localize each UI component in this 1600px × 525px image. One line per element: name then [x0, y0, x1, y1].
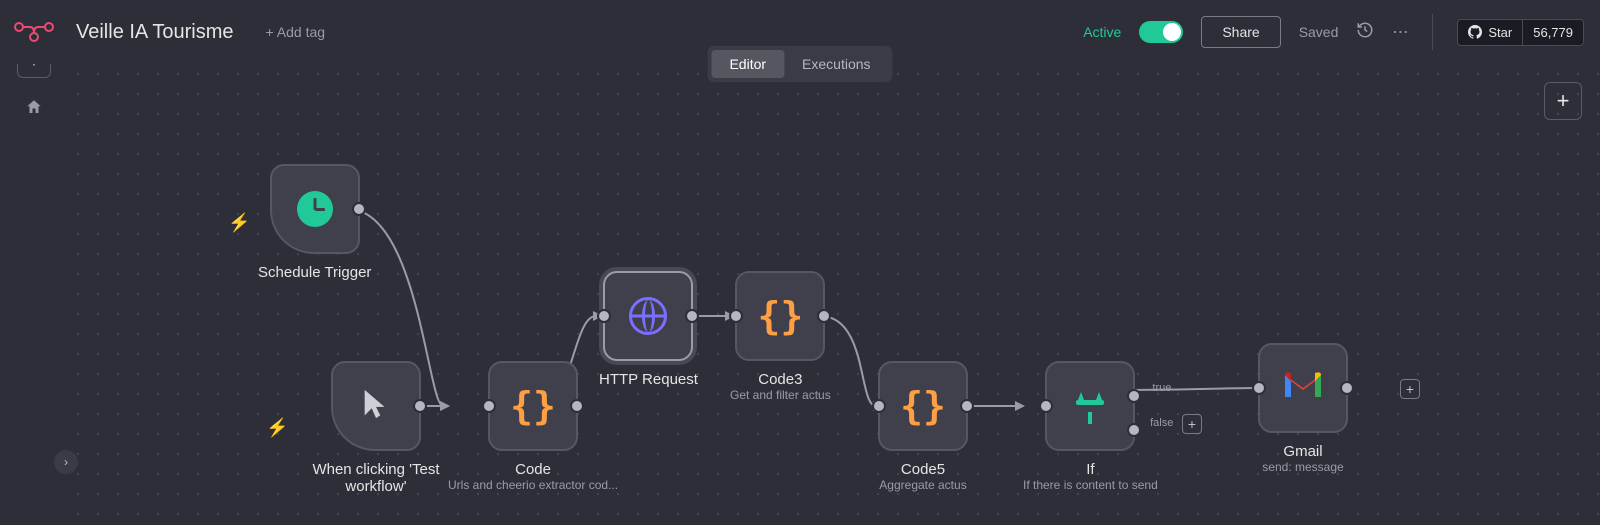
- home-icon[interactable]: [25, 98, 43, 121]
- active-toggle[interactable]: [1139, 21, 1183, 43]
- divider: [1432, 14, 1433, 50]
- node-code5[interactable]: {} Code5 Aggregate actus: [878, 361, 968, 492]
- node-code3[interactable]: {} Code3 Get and filter actus: [730, 271, 831, 402]
- input-port[interactable]: [729, 309, 743, 323]
- node-sublabel: send: message: [1262, 460, 1343, 474]
- trigger-bolt-icon: ⚡: [228, 212, 250, 233]
- app-logo[interactable]: [0, 21, 68, 43]
- output-port[interactable]: [1340, 381, 1354, 395]
- port-label-true: true: [1152, 382, 1171, 394]
- github-star-label: Star: [1488, 25, 1512, 40]
- expand-sidebar-button[interactable]: ›: [54, 450, 78, 474]
- github-star-button[interactable]: Star 56,779: [1457, 19, 1584, 46]
- add-connection-gmail[interactable]: +: [1400, 379, 1420, 399]
- node-label: Code5: [901, 461, 945, 478]
- node-sublabel: Urls and cheerio extractor cod...: [448, 478, 618, 492]
- globe-icon: [629, 297, 667, 335]
- node-schedule-trigger[interactable]: ⚡ Schedule Trigger: [258, 164, 371, 281]
- output-port[interactable]: [817, 309, 831, 323]
- node-label: When clicking 'Test workflow': [296, 461, 456, 495]
- add-tag-button[interactable]: + Add tag: [266, 24, 326, 40]
- input-port[interactable]: [597, 309, 611, 323]
- node-gmail[interactable]: Gmail send: message: [1258, 343, 1348, 474]
- input-port[interactable]: [1039, 399, 1053, 413]
- node-code[interactable]: {} Code Urls and cheerio extractor cod..…: [448, 361, 618, 492]
- node-if[interactable]: true false If If there is content to sen…: [1023, 361, 1158, 492]
- node-label: HTTP Request: [599, 371, 698, 388]
- workflow-canvas[interactable]: + ⚡ Schedule Trigger ⚡: [68, 64, 1600, 525]
- output-port-true[interactable]: [1127, 389, 1141, 403]
- workflow-title[interactable]: Veille IA Tourisme: [76, 21, 234, 44]
- github-star-count: 56,779: [1522, 20, 1583, 45]
- output-port[interactable]: [570, 399, 584, 413]
- node-label: Schedule Trigger: [258, 264, 371, 281]
- node-label: Gmail: [1283, 443, 1322, 460]
- node-manual-trigger[interactable]: ⚡ When clicking 'Test workflow': [296, 361, 456, 495]
- node-sublabel: Get and filter actus: [730, 388, 831, 402]
- node-label: Code: [515, 461, 551, 478]
- add-node-button[interactable]: +: [1544, 82, 1582, 120]
- history-icon[interactable]: [1356, 21, 1374, 44]
- output-port[interactable]: [352, 202, 366, 216]
- cursor-icon: [359, 384, 393, 429]
- active-label: Active: [1083, 24, 1121, 40]
- output-port[interactable]: [960, 399, 974, 413]
- clock-icon: [297, 191, 333, 227]
- input-port[interactable]: [1252, 381, 1266, 395]
- port-label-false: false: [1150, 417, 1173, 429]
- view-tabs: Editor Executions: [707, 46, 892, 82]
- node-label: Code3: [758, 371, 802, 388]
- node-sublabel: If there is content to send: [1023, 478, 1158, 492]
- tab-editor[interactable]: Editor: [711, 50, 784, 78]
- node-label: If: [1086, 461, 1094, 478]
- output-port[interactable]: [685, 309, 699, 323]
- output-port-false[interactable]: [1127, 423, 1141, 437]
- input-port[interactable]: [872, 399, 886, 413]
- more-menu-icon[interactable]: ⋯: [1392, 22, 1408, 42]
- share-button[interactable]: Share: [1201, 16, 1280, 48]
- branch-icon: [1070, 386, 1110, 426]
- braces-icon: {}: [757, 294, 803, 338]
- input-port[interactable]: [482, 399, 496, 413]
- trigger-bolt-icon: ⚡: [266, 418, 288, 439]
- gmail-icon: [1283, 371, 1323, 406]
- saved-status: Saved: [1299, 24, 1339, 40]
- node-sublabel: Aggregate actus: [879, 478, 966, 492]
- output-port[interactable]: [413, 399, 427, 413]
- tab-executions[interactable]: Executions: [784, 50, 888, 78]
- braces-icon: {}: [900, 384, 946, 428]
- add-connection-false[interactable]: +: [1182, 414, 1202, 434]
- node-http-request[interactable]: HTTP Request: [599, 271, 698, 388]
- braces-icon: {}: [510, 384, 556, 428]
